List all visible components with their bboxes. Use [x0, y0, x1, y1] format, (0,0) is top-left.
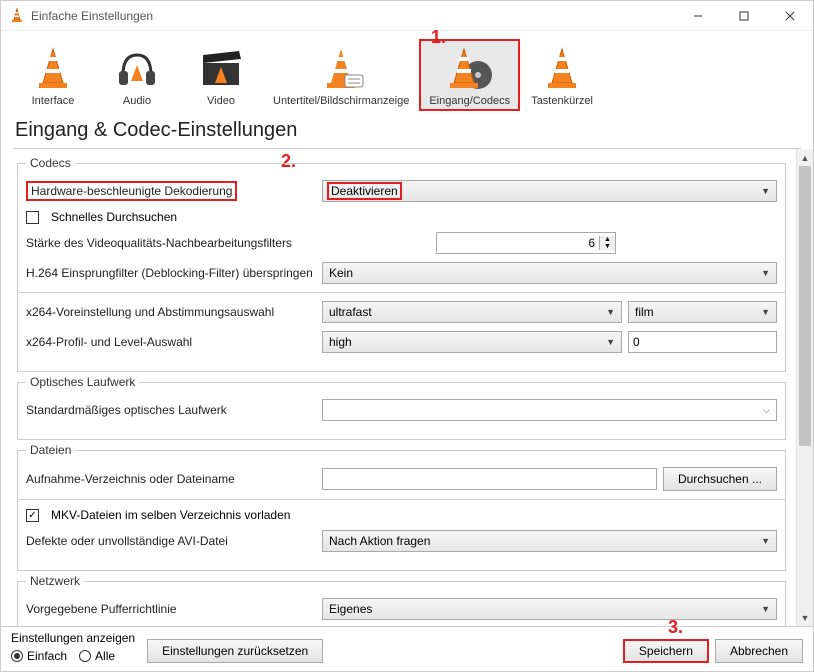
chevron-down-icon: ▼: [761, 307, 770, 317]
close-button[interactable]: [767, 1, 813, 31]
scroll-thumb[interactable]: [799, 166, 811, 446]
cone-icon: [538, 45, 586, 93]
optical-drive-select[interactable]: ⌵: [322, 399, 777, 421]
chevron-down-icon: ▼: [761, 268, 770, 278]
tab-subtitles[interactable]: Untertitel/Bildschirmanzeige: [263, 39, 419, 111]
reset-button[interactable]: Einstellungen zurücksetzen: [147, 639, 323, 663]
chevron-down-icon: ▼: [761, 186, 770, 196]
fast-seek-checkbox[interactable]: [26, 211, 39, 224]
record-path-label: Aufnahme-Verzeichnis oder Dateiname: [26, 472, 316, 486]
chevron-down-icon: ▼: [761, 536, 770, 546]
chevron-down-icon: ⌵: [763, 405, 770, 416]
browse-button[interactable]: Durchsuchen ...: [663, 467, 777, 491]
radio-simple[interactable]: Einfach: [11, 649, 67, 663]
subtitle-icon: [317, 45, 365, 93]
optical-drive-label: Standardmäßiges optisches Laufwerk: [26, 403, 316, 417]
vertical-scrollbar[interactable]: ▲ ▼: [796, 149, 813, 626]
hwdecode-select[interactable]: Deaktivieren▼: [322, 180, 777, 202]
group-optical: Optisches Laufwerk Standardmäßiges optis…: [17, 382, 786, 440]
record-path-input[interactable]: [322, 468, 657, 490]
mkv-preload-checkbox[interactable]: ✓: [26, 509, 39, 522]
save-button[interactable]: Speichern: [623, 639, 709, 663]
page-title: Eingang & Codec-Einstellungen: [1, 115, 813, 148]
caching-select[interactable]: Eigenes▼: [322, 598, 777, 620]
headphones-icon: [113, 45, 161, 93]
cancel-button[interactable]: Abbrechen: [715, 639, 803, 663]
x264-tune-select[interactable]: film▼: [628, 301, 777, 323]
scroll-up[interactable]: ▲: [797, 149, 813, 166]
annotation-3: 3.: [668, 617, 683, 638]
deblock-label: H.264 Einsprungfilter (Deblocking-Filter…: [26, 266, 316, 280]
tab-video[interactable]: Video: [179, 39, 263, 111]
group-codecs: Codecs Hardware-beschleunigte Dekodierun…: [17, 163, 786, 372]
postproc-label: Stärke des Videoqualitäts-Nachbearbeitun…: [26, 236, 430, 250]
tab-input-codecs[interactable]: Eingang/Codecs: [419, 39, 520, 111]
settings-content: 2. Codecs Hardware-beschleunigte Dekodie…: [1, 149, 796, 626]
maximize-button[interactable]: [721, 1, 767, 31]
settings-window: Einfache Einstellungen 1. Interface Audi…: [0, 0, 814, 672]
minimize-button[interactable]: [675, 1, 721, 31]
clapperboard-icon: [197, 45, 245, 93]
x264-profile-select[interactable]: high▼: [322, 331, 622, 353]
deblock-select[interactable]: Kein▼: [322, 262, 777, 284]
group-files: Dateien Aufnahme-Verzeichnis oder Datein…: [17, 450, 786, 571]
radio-all[interactable]: Alle: [79, 649, 115, 663]
chevron-down-icon: ▼: [606, 307, 615, 317]
tab-hotkeys[interactable]: Tastenkürzel: [520, 39, 604, 111]
cone-disc-icon: [446, 45, 494, 93]
chevron-down-icon: ▼: [606, 337, 615, 347]
chevron-down-icon: ▼: [761, 604, 770, 614]
caching-label: Vorgegebene Pufferrichtlinie: [26, 602, 316, 616]
mkv-preload-label: MKV-Dateien im selben Verzeichnis vorlad…: [51, 508, 290, 522]
avi-label: Defekte oder unvollständige AVI-Datei: [26, 534, 316, 548]
vlc-cone-icon: [9, 8, 25, 24]
annotation-1: 1.: [431, 27, 446, 48]
hwdecode-label: Hardware-beschleunigte Dekodierung: [26, 181, 316, 201]
fast-seek-label: Schnelles Durchsuchen: [51, 210, 177, 224]
scroll-down[interactable]: ▼: [797, 609, 813, 626]
category-toolbar: Interface Audio Video Untertitel/Bildsch…: [1, 31, 813, 115]
x264-preset-label: x264-Voreinstellung und Abstimmungsauswa…: [26, 305, 316, 319]
spin-up[interactable]: ▲: [600, 236, 615, 243]
x264-preset-select[interactable]: ultrafast▼: [322, 301, 622, 323]
tab-audio[interactable]: Audio: [95, 39, 179, 111]
x264-profile-label: x264-Profil- und Level-Auswahl: [26, 335, 316, 349]
titlebar: Einfache Einstellungen: [1, 1, 813, 31]
postproc-spinner[interactable]: 6 ▲▼: [436, 232, 616, 254]
cone-icon: [29, 45, 77, 93]
show-settings-label: Einstellungen anzeigen: [11, 631, 135, 645]
spin-down[interactable]: ▼: [600, 243, 615, 250]
footer: 3. Einstellungen anzeigen Einfach Alle E…: [1, 626, 813, 671]
x264-level-input[interactable]: 0: [628, 331, 777, 353]
avi-select[interactable]: Nach Aktion fragen▼: [322, 530, 777, 552]
tab-interface[interactable]: Interface: [11, 39, 95, 111]
window-title: Einfache Einstellungen: [31, 9, 675, 23]
